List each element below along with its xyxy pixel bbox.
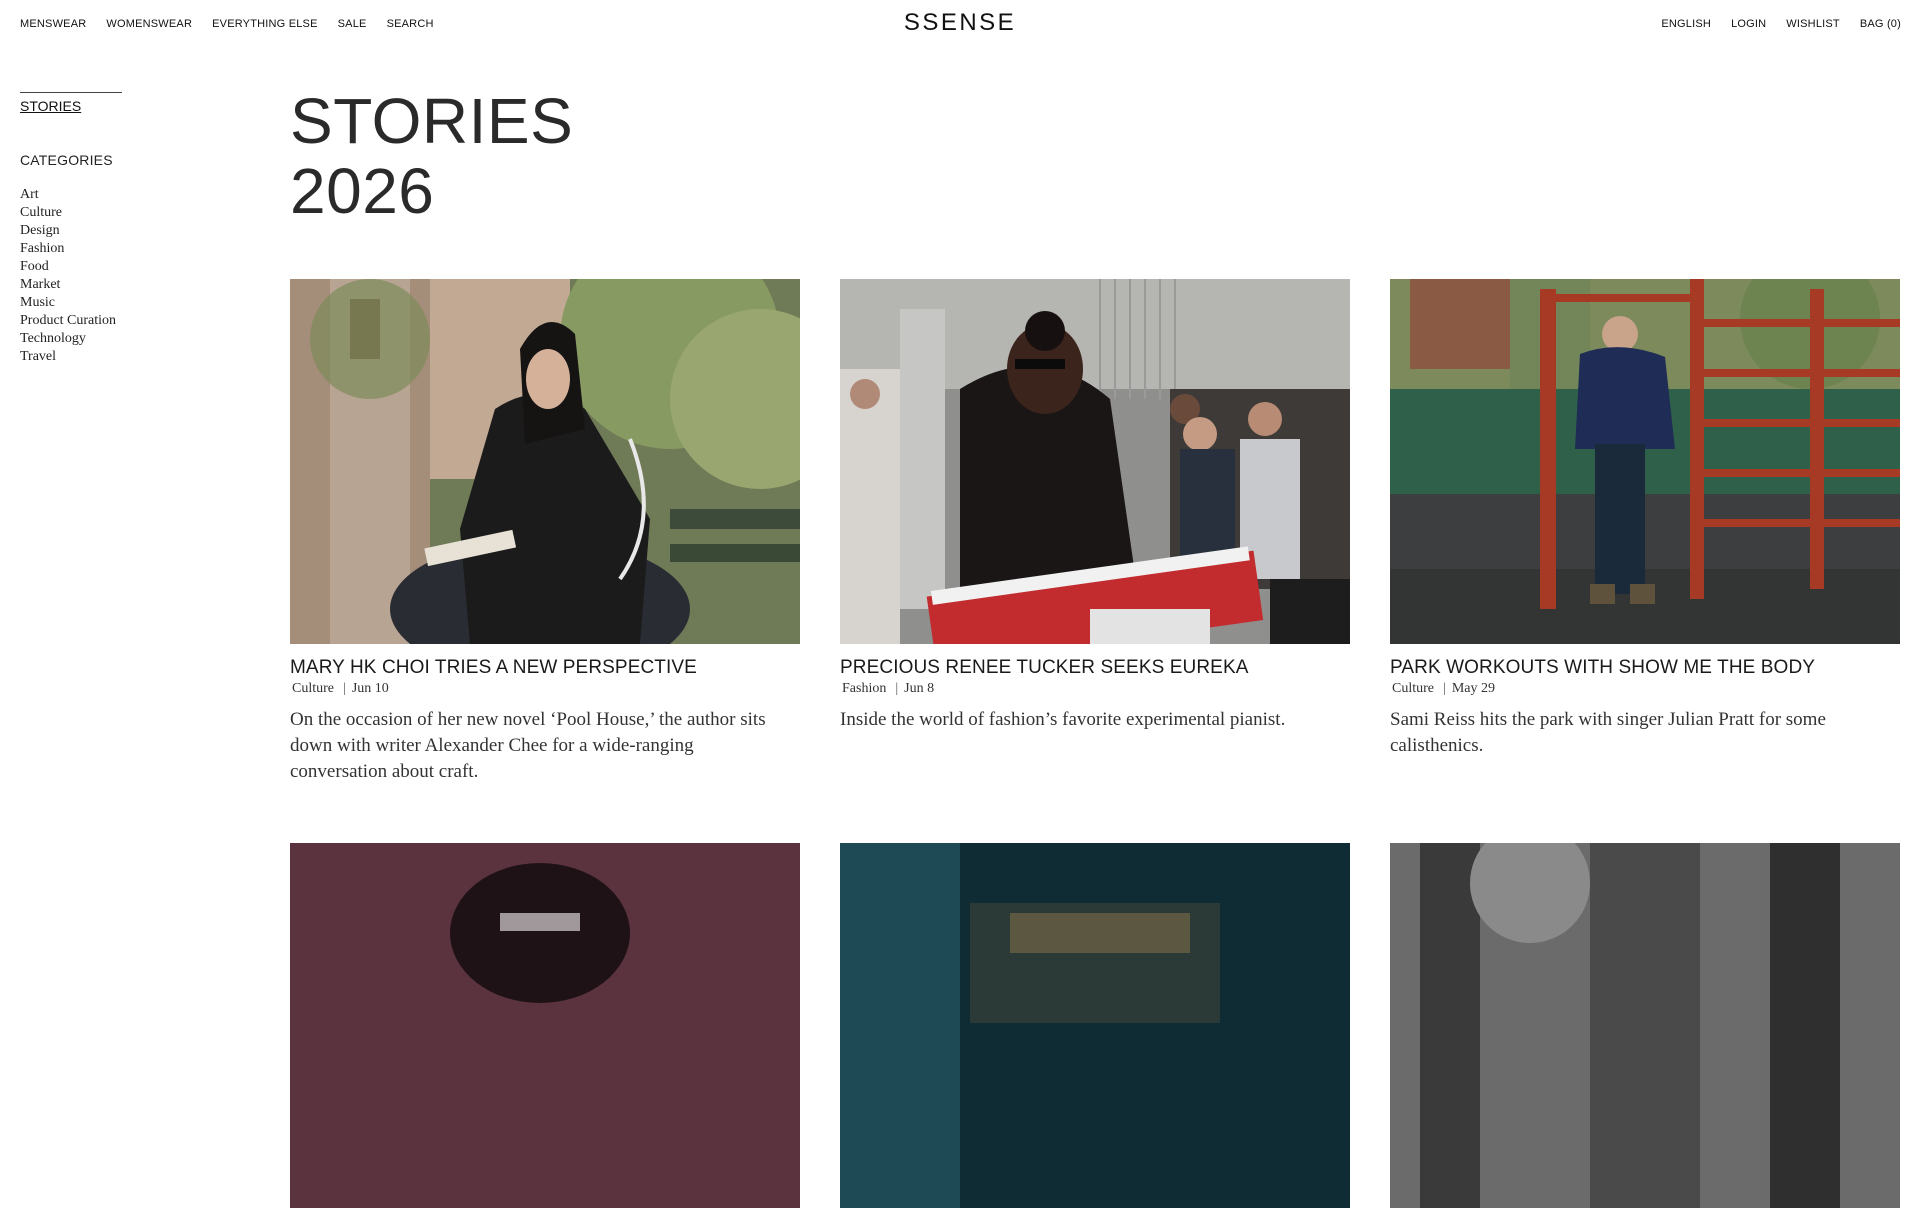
story-category[interactable]: Culture bbox=[292, 681, 334, 696]
nav-womenswear[interactable]: WOMENSWEAR bbox=[106, 18, 192, 30]
story-card[interactable]: PRECIOUS RENEE TUCKER SEEKS EUREKA Fashi… bbox=[840, 279, 1350, 785]
story-description: Sami Reiss hits the park with singer Jul… bbox=[1390, 709, 1826, 756]
story-image[interactable] bbox=[1390, 843, 1900, 1208]
story-card[interactable] bbox=[1390, 843, 1900, 1208]
main-content: STORIES 2026 MARY HK CHOI TRIES A NEW PE… bbox=[290, 86, 1900, 1208]
story-card[interactable]: MARY HK CHOI TRIES A NEW PERSPECTIVE Cul… bbox=[290, 279, 800, 785]
nav-search[interactable]: SEARCH bbox=[387, 18, 434, 30]
categories-heading: CATEGORIES bbox=[20, 152, 113, 168]
story-category[interactable]: Culture bbox=[1392, 681, 1434, 696]
story-card[interactable]: PARK WORKOUTS WITH SHOW ME THE BODY Cult… bbox=[1390, 279, 1900, 785]
nav-language[interactable]: ENGLISH bbox=[1661, 18, 1711, 30]
story-title[interactable]: PRECIOUS RENEE TUCKER SEEKS EUREKA bbox=[840, 657, 1350, 679]
category-fashion[interactable]: Fashion bbox=[20, 240, 220, 258]
story-image[interactable] bbox=[840, 843, 1350, 1208]
story-category[interactable]: Fashion bbox=[842, 681, 886, 696]
primary-nav: MENSWEAR WOMENSWEAR EVERYTHING ELSE SALE… bbox=[20, 18, 434, 30]
sidebar-stories-link[interactable]: STORIES bbox=[20, 98, 81, 114]
category-music[interactable]: Music bbox=[20, 294, 220, 312]
category-technology[interactable]: Technology bbox=[20, 330, 220, 348]
story-image[interactable] bbox=[1390, 279, 1900, 644]
site-logo[interactable]: SSENSE bbox=[904, 9, 1016, 36]
nav-login[interactable]: LOGIN bbox=[1731, 18, 1766, 30]
story-card[interactable] bbox=[290, 843, 800, 1208]
category-food[interactable]: Food bbox=[20, 258, 220, 276]
story-meta: Fashion | Jun 8 bbox=[842, 681, 935, 696]
stories-grid: MARY HK CHOI TRIES A NEW PERSPECTIVE Cul… bbox=[290, 279, 1900, 1208]
category-culture[interactable]: Culture bbox=[20, 204, 220, 222]
story-image[interactable] bbox=[840, 279, 1350, 644]
story-image[interactable] bbox=[290, 843, 800, 1208]
story-meta: Culture | Jun 10 bbox=[292, 681, 389, 696]
story-image[interactable] bbox=[290, 279, 800, 644]
story-description: Inside the world of fashion’s favorite e… bbox=[840, 709, 1286, 730]
top-navigation: MENSWEAR WOMENSWEAR EVERYTHING ELSE SALE… bbox=[0, 0, 1920, 50]
category-design[interactable]: Design bbox=[20, 222, 220, 240]
category-market[interactable]: Market bbox=[20, 276, 220, 294]
category-product-curation[interactable]: Product Curation bbox=[20, 312, 220, 330]
page-title-line-1: STORIES bbox=[290, 85, 574, 157]
story-date: Jun 8 bbox=[904, 681, 935, 696]
nav-bag[interactable]: BAG (0) bbox=[1860, 18, 1901, 30]
sidebar-divider bbox=[20, 92, 122, 93]
nav-menswear[interactable]: MENSWEAR bbox=[20, 18, 86, 30]
story-description: On the occasion of her new novel ‘Pool H… bbox=[290, 709, 766, 782]
page-title-line-2: 2026 bbox=[290, 155, 435, 227]
nav-sale[interactable]: SALE bbox=[338, 18, 367, 30]
story-title[interactable]: PARK WORKOUTS WITH SHOW ME THE BODY bbox=[1390, 657, 1900, 679]
category-list: Art Culture Design Fashion Food Market M… bbox=[20, 186, 220, 366]
story-date: May 29 bbox=[1451, 681, 1495, 696]
story-title[interactable]: MARY HK CHOI TRIES A NEW PERSPECTIVE bbox=[290, 657, 800, 679]
nav-everything-else[interactable]: EVERYTHING ELSE bbox=[212, 18, 318, 30]
category-art[interactable]: Art bbox=[20, 186, 220, 204]
account-nav: ENGLISH LOGIN WISHLIST BAG (0) bbox=[1661, 18, 1901, 30]
story-meta: Culture | May 29 bbox=[1392, 681, 1495, 696]
story-date: Jun 10 bbox=[351, 681, 389, 696]
category-travel[interactable]: Travel bbox=[20, 348, 220, 366]
story-card[interactable] bbox=[840, 843, 1350, 1208]
sidebar: STORIES CATEGORIES Art Culture Design Fa… bbox=[20, 92, 220, 366]
page-title: STORIES 2026 bbox=[290, 86, 1900, 226]
nav-wishlist[interactable]: WISHLIST bbox=[1786, 18, 1840, 30]
